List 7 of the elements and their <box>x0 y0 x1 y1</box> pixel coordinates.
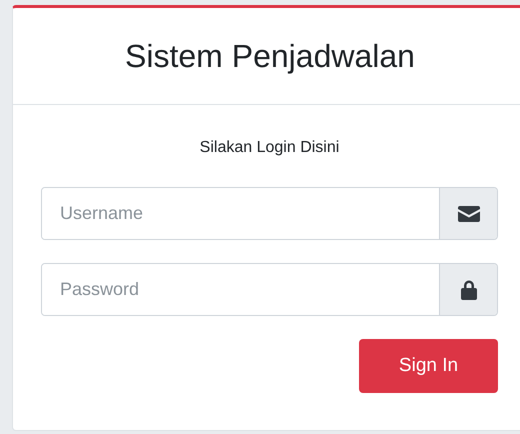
lock-icon <box>460 280 476 300</box>
envelope-icon <box>458 206 480 222</box>
login-message: Silakan Login Disini <box>198 139 340 157</box>
app-title: Sistem Penjadwalan <box>125 38 415 74</box>
sign-in-button[interactable]: Sign In <box>359 339 498 393</box>
password-field[interactable]: Password <box>41 263 498 316</box>
username-field[interactable]: Username <box>41 187 498 240</box>
